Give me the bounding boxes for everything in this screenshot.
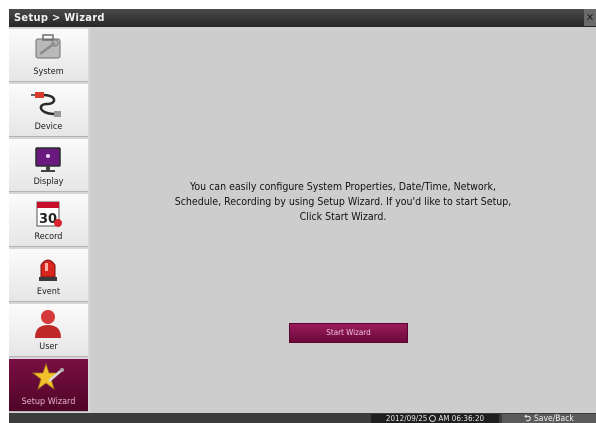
sidebar-item-event[interactable]: Event bbox=[9, 249, 88, 302]
intro-text: You can easily configure System Properti… bbox=[174, 181, 512, 223]
sidebar-item-label: Record bbox=[34, 232, 63, 242]
start-wizard-button[interactable]: Start Wizard bbox=[289, 323, 408, 343]
cable-plug-icon bbox=[31, 92, 61, 117]
sidebar-item-system[interactable]: System bbox=[9, 29, 88, 82]
sidebar-item-label: Display bbox=[33, 177, 64, 187]
return-arrow-icon: ⮌ bbox=[524, 414, 531, 423]
main-panel: You can easily configure System Properti… bbox=[90, 27, 596, 413]
sidebar-item-user[interactable]: User bbox=[9, 304, 88, 357]
save-back-label: Save/Back bbox=[533, 414, 574, 423]
sidebar-item-record[interactable]: 30 Record bbox=[9, 194, 88, 247]
sidebar-item-label: Setup Wizard bbox=[21, 397, 76, 407]
close-button[interactable]: ✕ bbox=[584, 9, 596, 26]
close-icon: ✕ bbox=[585, 11, 595, 24]
user-icon bbox=[35, 310, 61, 338]
status-bar: 2012/09/25 AM 06:36:20 ⮌ Save/Back bbox=[9, 413, 596, 423]
sidebar-item-label: Event bbox=[36, 287, 61, 297]
save-back-button[interactable]: ⮌ Save/Back bbox=[502, 414, 596, 423]
sidebar-item-label: Device bbox=[34, 122, 63, 132]
window-title: Setup > Wizard bbox=[14, 11, 105, 24]
clock-icon bbox=[429, 415, 437, 422]
date-text: 2012/09/25 bbox=[385, 414, 428, 423]
wizard-star-icon bbox=[31, 362, 64, 391]
calendar-record-icon: 30 bbox=[36, 201, 62, 227]
sidebar-item-label: User bbox=[39, 342, 58, 352]
sidebar-item-display[interactable]: Display bbox=[9, 139, 88, 192]
title-bar: Setup > Wizard ✕ bbox=[9, 9, 596, 27]
time-text: AM 06:36:20 bbox=[438, 414, 485, 423]
sidebar-item-setup-wizard[interactable]: Setup Wizard bbox=[9, 359, 88, 412]
toolbox-icon bbox=[35, 34, 61, 59]
sidebar-item-label: System bbox=[33, 67, 64, 77]
setup-window: Setup > Wizard ✕ System Device Display 3… bbox=[9, 9, 596, 423]
datetime-display: 2012/09/25 AM 06:36:20 bbox=[371, 414, 499, 423]
siren-icon bbox=[39, 259, 57, 281]
sidebar: System Device Display 30 Record Event Us… bbox=[9, 27, 90, 413]
monitor-icon bbox=[35, 147, 61, 172]
svg-text:30: 30 bbox=[39, 212, 57, 227]
sidebar-item-device[interactable]: Device bbox=[9, 84, 88, 137]
